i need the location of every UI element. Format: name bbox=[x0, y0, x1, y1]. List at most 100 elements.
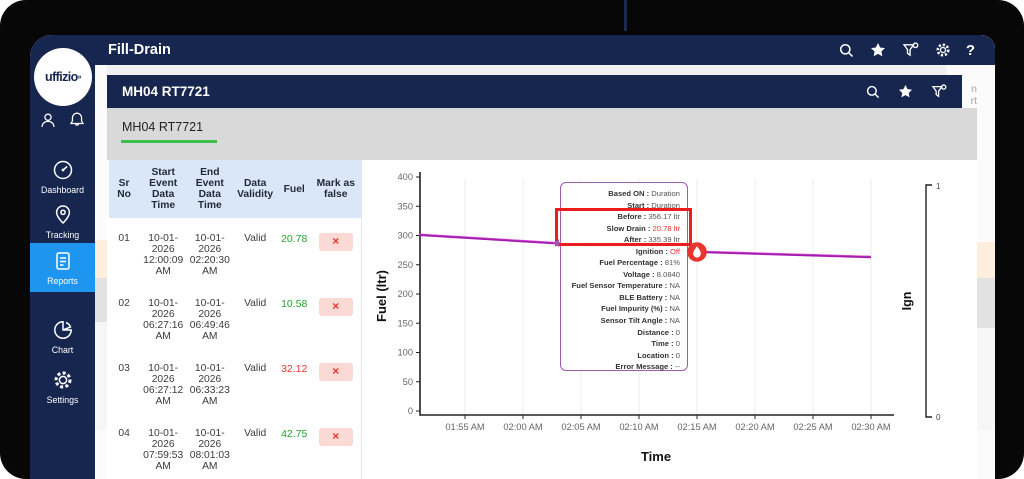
filter-gear-icon[interactable] bbox=[901, 41, 920, 59]
svg-text:100: 100 bbox=[397, 348, 413, 358]
sidebar: uffizio» Dashboard Tracking Reports Char… bbox=[30, 35, 95, 479]
column-header[interactable]: Mark as false bbox=[311, 178, 361, 200]
mark-as-false-button[interactable]: × bbox=[318, 428, 353, 446]
filter-gear-icon[interactable] bbox=[930, 83, 948, 100]
cell-sr-no: 04 bbox=[118, 428, 130, 439]
cell-end-time: 10-01-2026 06:33:23 AM bbox=[189, 363, 230, 407]
tooltip-row: Ignition : Off bbox=[635, 246, 680, 256]
location-pin-icon bbox=[51, 203, 75, 227]
tooltip-row: Fuel Sensor Temperature : NA bbox=[571, 281, 680, 291]
svg-text:Time: Time bbox=[641, 449, 671, 464]
gear-icon[interactable] bbox=[934, 41, 952, 59]
sidebar-item-reports[interactable]: Reports bbox=[30, 243, 95, 292]
cell-start-time: 10-01-2026 12:00:09 AM bbox=[143, 233, 184, 277]
cell-start-time: 10-01-2026 06:27:16 AM bbox=[143, 298, 184, 342]
cell-fuel-value: 20.78 bbox=[281, 233, 308, 245]
drain-event-marker[interactable] bbox=[684, 239, 710, 265]
svg-text:50: 50 bbox=[403, 377, 413, 387]
cell-fuel-value: 32.12 bbox=[281, 363, 308, 375]
mark-as-false-button[interactable]: × bbox=[318, 363, 353, 381]
cell-sr-no: 03 bbox=[118, 363, 130, 374]
column-header[interactable]: Data Validity bbox=[232, 178, 277, 200]
sidebar-item-tracking[interactable]: Tracking bbox=[30, 197, 95, 246]
gear-icon bbox=[51, 368, 75, 392]
tooltip-row: Voltage : 8.0840 bbox=[623, 269, 680, 279]
user-icon[interactable] bbox=[38, 110, 58, 130]
svg-text:0: 0 bbox=[936, 413, 941, 422]
tab-vehicle[interactable]: MH04 RT7721 bbox=[121, 120, 217, 143]
vehicle-header: MH04 RT7721 bbox=[107, 75, 962, 108]
column-header[interactable]: Fuel bbox=[278, 184, 311, 195]
column-header[interactable]: Sr No bbox=[109, 178, 139, 200]
page-title: Fill-Drain bbox=[108, 42, 171, 58]
column-header[interactable]: End Event Data Time bbox=[187, 167, 232, 211]
cell-sr-no: 02 bbox=[118, 298, 130, 309]
svg-text:02:25 AM: 02:25 AM bbox=[793, 422, 832, 432]
cell-end-time: 10-01-2026 06:49:46 AM bbox=[189, 298, 230, 342]
tooltip-row: Sensor Tilt Angle : NA bbox=[600, 316, 680, 326]
column-header[interactable]: Start Event Data Time bbox=[139, 167, 187, 211]
svg-text:Fuel (ltr): Fuel (ltr) bbox=[374, 270, 389, 322]
sidebar-item-dashboard[interactable]: Dashboard bbox=[30, 152, 95, 201]
cell-data-validity: Valid bbox=[244, 298, 267, 309]
svg-text:02:10 AM: 02:10 AM bbox=[619, 422, 658, 432]
tooltip-row: Based ON : Duration bbox=[608, 189, 680, 198]
device-frame: uffizio» Dashboard Tracking Reports Char… bbox=[0, 0, 1024, 479]
mark-as-false-button[interactable]: × bbox=[318, 298, 353, 316]
cell-sr-no: 01 bbox=[118, 233, 130, 244]
table-row: 02 10-01-2026 06:27:16 AM 10-01-2026 06:49… bbox=[109, 283, 361, 348]
table-row: 01 10-01-2026 12:00:09 AM 10-01-2026 02:20… bbox=[109, 218, 361, 283]
mark-as-false-button[interactable]: × bbox=[318, 233, 353, 251]
brand-logo[interactable]: uffizio» bbox=[34, 48, 92, 106]
cell-mark-false: × bbox=[311, 363, 361, 381]
cell-fuel-value: 42.75 bbox=[281, 428, 308, 440]
svg-text:02:30 AM: 02:30 AM bbox=[851, 422, 890, 432]
sidebar-item-label: Chart bbox=[51, 345, 74, 355]
cell-mark-false: × bbox=[311, 233, 361, 251]
svg-text:02:20 AM: 02:20 AM bbox=[735, 422, 774, 432]
frame-divider bbox=[624, 0, 627, 31]
sidebar-item-label: Dashboard bbox=[40, 185, 85, 195]
sidebar-item-chart[interactable]: Chart bbox=[30, 312, 95, 361]
clipped-bg-text: n rt bbox=[970, 83, 977, 107]
bell-icon[interactable] bbox=[67, 110, 87, 130]
star-icon[interactable] bbox=[869, 41, 887, 59]
sidebar-item-label: Tracking bbox=[45, 230, 80, 240]
svg-text:02:15 AM: 02:15 AM bbox=[677, 422, 716, 432]
tooltip-row: BLE Battery : NA bbox=[619, 292, 680, 302]
table-row: 04 10-01-2026 07:59:53 AM 10-01-2026 08:01… bbox=[109, 413, 361, 478]
svg-text:300: 300 bbox=[397, 231, 413, 241]
sidebar-item-label: Settings bbox=[46, 395, 79, 405]
bg-row bbox=[95, 278, 107, 322]
help-icon[interactable]: ? bbox=[966, 42, 975, 59]
search-icon[interactable] bbox=[865, 84, 881, 100]
cell-data-validity: Valid bbox=[244, 233, 267, 244]
tooltip-row: Fuel Impurity (%) : NA bbox=[601, 304, 680, 314]
star-icon[interactable] bbox=[897, 83, 914, 100]
gauge-icon bbox=[51, 158, 75, 182]
search-icon[interactable] bbox=[838, 42, 855, 59]
svg-text:02:00 AM: 02:00 AM bbox=[503, 422, 542, 432]
cell-start-time: 10-01-2026 07:59:53 AM bbox=[143, 428, 184, 472]
svg-text:0: 0 bbox=[408, 406, 413, 416]
tooltip-row: Distance : 0 bbox=[637, 327, 680, 337]
cell-data-validity: Valid bbox=[244, 428, 267, 439]
tooltip-row: Location : 0 bbox=[637, 350, 680, 360]
tooltip-pointer-arrow bbox=[553, 239, 559, 247]
app-window: uffizio» Dashboard Tracking Reports Char… bbox=[30, 35, 995, 479]
svg-text:150: 150 bbox=[397, 318, 413, 328]
tooltip-highlight-box bbox=[555, 208, 692, 246]
svg-text:1: 1 bbox=[936, 182, 941, 191]
cell-mark-false: × bbox=[311, 428, 361, 446]
cell-end-time: 10-01-2026 08:01:03 AM bbox=[189, 428, 230, 472]
brand-logo-mark: » bbox=[77, 73, 82, 81]
main-area: Fill-Drain ? n rt MH04 RT7721 MH04 RT772… bbox=[95, 35, 995, 479]
bg-row bbox=[95, 322, 107, 430]
table-row: 03 10-01-2026 06:27:12 AM 10-01-2026 06:33… bbox=[109, 348, 361, 413]
svg-text:400: 400 bbox=[397, 172, 413, 182]
sidebar-item-settings[interactable]: Settings bbox=[30, 362, 95, 411]
svg-text:01:55 AM: 01:55 AM bbox=[445, 422, 484, 432]
cell-fuel-value: 10.58 bbox=[281, 298, 308, 310]
report-doc-icon bbox=[51, 249, 75, 273]
svg-text:250: 250 bbox=[397, 260, 413, 270]
